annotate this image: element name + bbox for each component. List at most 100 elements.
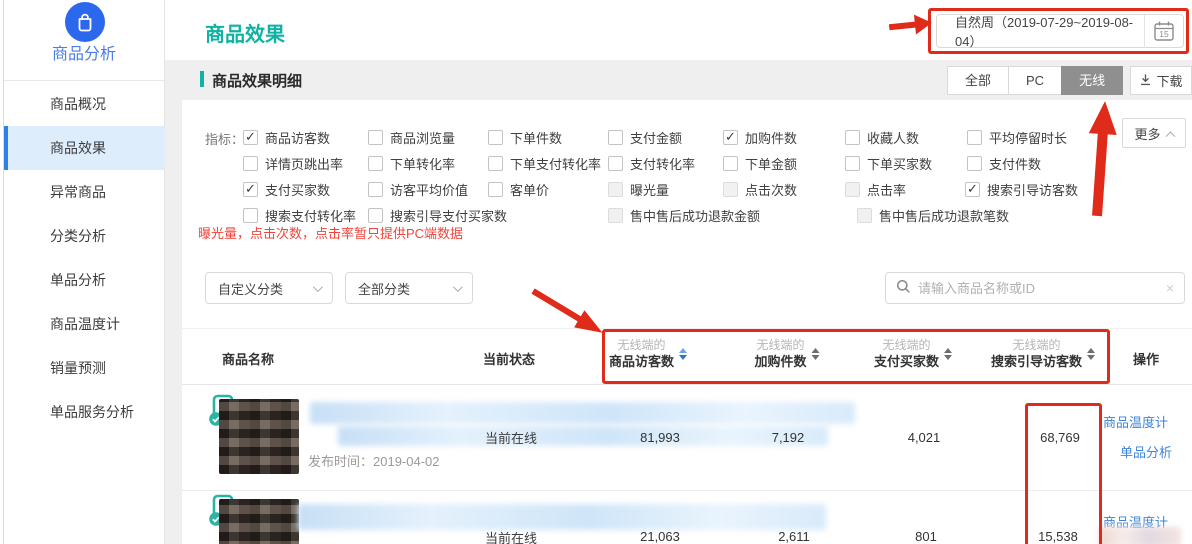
metric-prefix: 无线端的 (609, 337, 674, 353)
indicator-checkbox[interactable]: 支付金额 (608, 128, 682, 146)
download-button[interactable]: 下载 (1130, 66, 1192, 95)
indicator-label: 售中售后成功退款金额 (630, 206, 760, 225)
sidebar-item-abnormal-product[interactable]: 异常商品 (4, 170, 165, 214)
chevron-down-icon (453, 282, 463, 292)
metric-pay-buyers: 4,021 (864, 430, 984, 445)
status-value: 当前在线 (485, 428, 537, 447)
indicator-checkbox[interactable]: 搜索引导访客数 (965, 180, 1078, 198)
sidebar: 商品分析 商品概况 商品效果 异常商品 分类分析 单品分析 商品温度计 销量预测… (4, 0, 165, 544)
metric-label: 搜索引导访客数 (991, 353, 1082, 370)
indicator-checkbox[interactable]: 支付转化率 (608, 154, 695, 172)
indicator-checkbox[interactable]: 收藏人数 (845, 128, 919, 146)
col-header-search-visitors[interactable]: 无线端的 搜索引导访客数 (991, 337, 1095, 370)
search-icon (896, 279, 911, 297)
indicator-checkbox[interactable]: 支付买家数 (243, 180, 330, 198)
tab-pc[interactable]: PC (1008, 66, 1062, 95)
indicator-checkbox[interactable]: 下单买家数 (845, 154, 932, 172)
sidebar-item-product-overview[interactable]: 商品概况 (4, 82, 165, 126)
date-range-picker[interactable]: 自然周（2019-07-29~2019-08-04） 15 (936, 14, 1184, 48)
screen: 商品分析 商品概况 商品效果 异常商品 分类分析 单品分析 商品温度计 销量预测… (0, 0, 1192, 544)
indicator-checkbox-disabled: 售中售后成功退款笔数 (857, 206, 1009, 224)
indicator-label: 加购件数 (745, 128, 797, 147)
indicator-label: 客单价 (510, 180, 549, 199)
indicator-checkbox[interactable]: 搜索引导支付买家数 (368, 206, 507, 224)
svg-text:15: 15 (1159, 29, 1169, 39)
all-category-select[interactable]: 全部分类 (345, 272, 473, 304)
checkbox-icon (368, 130, 383, 145)
action-link-item-analysis[interactable]: 单品分析 (1120, 442, 1172, 461)
metric-cart-items: 7,192 (728, 430, 848, 445)
indicator-label: 支付转化率 (630, 154, 695, 173)
indicator-checkbox[interactable]: 下单件数 (488, 128, 562, 146)
sidebar-item-category-analysis[interactable]: 分类分析 (4, 214, 165, 258)
indicator-label: 详情页跳出率 (265, 154, 343, 173)
clear-search-icon[interactable]: × (1166, 280, 1174, 296)
col-header-cart-items[interactable]: 无线端的 加购件数 (754, 337, 819, 370)
col-header-pay-buyers[interactable]: 无线端的 支付买家数 (874, 337, 952, 370)
indicator-label: 下单金额 (745, 154, 797, 173)
metric-label: 商品访客数 (609, 353, 674, 370)
indicator-checkbox[interactable]: 商品浏览量 (368, 128, 455, 146)
indicator-label: 下单转化率 (390, 154, 455, 173)
product-search: × (885, 272, 1185, 304)
sidebar-item-product-effect[interactable]: 商品效果 (4, 126, 165, 170)
indicator-label: 访客平均价值 (390, 180, 468, 199)
checkbox-checked-icon (243, 182, 258, 197)
indicator-label: 支付件数 (989, 154, 1041, 173)
search-input[interactable] (918, 281, 1159, 296)
section-title-bar (200, 71, 204, 87)
indicator-checkbox-disabled: 点击次数 (723, 180, 797, 198)
col-header-product-visitors[interactable]: 无线端的 商品访客数 (609, 337, 687, 370)
indicator-checkbox[interactable]: 下单转化率 (368, 154, 455, 172)
chevron-up-icon (1165, 131, 1175, 141)
indicator-label: 搜索支付转化率 (265, 206, 356, 225)
indicator-label: 平均停留时长 (989, 128, 1067, 147)
checkbox-icon (723, 156, 738, 171)
indicator-label: 搜索引导支付买家数 (390, 206, 507, 225)
indicator-checkbox[interactable]: 访客平均价值 (368, 180, 468, 198)
indicators-label: 指标： (205, 129, 244, 148)
sidebar-item-single-item-service[interactable]: 单品服务分析 (4, 390, 165, 434)
pc-only-note: 曝光量，点击次数，点击率暂只提供PC端数据 (198, 223, 463, 242)
tab-all[interactable]: 全部 (947, 66, 1009, 95)
indicator-checkbox[interactable]: 详情页跳出率 (243, 154, 343, 172)
calendar-icon[interactable]: 15 (1145, 20, 1183, 42)
checkbox-icon (967, 130, 982, 145)
indicator-checkbox[interactable]: 下单金额 (723, 154, 797, 172)
sort-icon[interactable] (679, 348, 687, 360)
indicator-checkbox[interactable]: 搜索支付转化率 (243, 206, 356, 224)
more-label: 更多 (1134, 124, 1160, 143)
sidebar-item-product-thermometer[interactable]: 商品温度计 (4, 302, 165, 346)
metric-cart-items: 2,611 (734, 529, 854, 544)
checkbox-checked-icon (965, 182, 980, 197)
indicator-label: 点击次数 (745, 180, 797, 199)
sort-icon[interactable] (944, 348, 952, 360)
checkbox-checked-icon (723, 130, 738, 145)
product-image[interactable] (219, 399, 299, 474)
checkbox-icon (608, 130, 623, 145)
sort-icon[interactable] (1087, 348, 1095, 360)
indicator-checkbox[interactable]: 客单价 (488, 180, 549, 198)
custom-category-select[interactable]: 自定义分类 (205, 272, 333, 304)
indicator-checkbox[interactable]: 平均停留时长 (967, 128, 1067, 146)
sidebar-item-sales-forecast[interactable]: 销量预测 (4, 346, 165, 390)
action-link-thermometer[interactable]: 商品温度计 (1103, 412, 1168, 431)
indicator-label: 点击率 (867, 180, 906, 199)
download-label: 下载 (1156, 71, 1182, 90)
indicator-checkbox[interactable]: 商品访客数 (243, 128, 330, 146)
tab-wireless[interactable]: 无线 (1061, 66, 1123, 95)
metric-prefix: 无线端的 (874, 337, 939, 353)
indicator-checkbox[interactable]: 加购件数 (723, 128, 797, 146)
metric-product-visitors: 21,063 (600, 529, 720, 544)
sort-icon[interactable] (812, 348, 820, 360)
checkbox-icon (368, 208, 383, 223)
row-divider (182, 490, 1192, 491)
indicator-checkbox[interactable]: 支付件数 (967, 154, 1041, 172)
sidebar-item-single-item-analysis[interactable]: 单品分析 (4, 258, 165, 302)
indicator-label: 商品访客数 (265, 128, 330, 147)
more-button[interactable]: 更多 (1122, 118, 1186, 148)
product-image[interactable] (219, 499, 299, 544)
checkbox-icon (608, 156, 623, 171)
indicator-checkbox[interactable]: 下单支付转化率 (488, 154, 601, 172)
checkbox-icon (488, 182, 503, 197)
